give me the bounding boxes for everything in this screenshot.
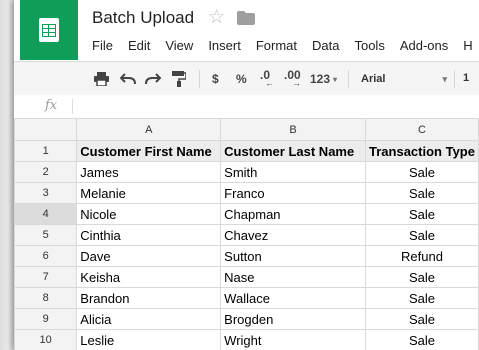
table-cell[interactable]: Alicia bbox=[76, 308, 222, 330]
sheets-app: Batch Upload ☆ File Edit View Insert For… bbox=[14, 0, 479, 350]
menu-file[interactable]: File bbox=[92, 38, 113, 54]
toolbar-divider bbox=[199, 70, 200, 88]
column-header-c[interactable]: C bbox=[365, 118, 479, 141]
table-cell[interactable]: Chapman bbox=[220, 203, 367, 225]
font-family-value: Arial bbox=[361, 73, 386, 85]
redo-icon[interactable] bbox=[145, 71, 161, 87]
document-title[interactable]: Batch Upload bbox=[92, 8, 194, 28]
table-cell[interactable]: Nicole bbox=[76, 203, 222, 225]
paint-format-icon[interactable] bbox=[172, 71, 186, 87]
table-cell[interactable]: Sale bbox=[365, 308, 479, 330]
fx-icon: fx bbox=[45, 98, 58, 113]
table-cell[interactable]: Wallace bbox=[220, 287, 367, 309]
undo-icon[interactable] bbox=[120, 71, 136, 87]
table-cell[interactable]: Franco bbox=[220, 182, 367, 204]
menu-addons[interactable]: Add-ons bbox=[400, 38, 448, 54]
row-header[interactable]: 1 bbox=[14, 140, 78, 162]
row-header[interactable]: 2 bbox=[14, 161, 78, 183]
menu-view[interactable]: View bbox=[165, 38, 193, 54]
row-header[interactable]: 8 bbox=[14, 287, 78, 309]
menu-help-partial[interactable]: H bbox=[463, 38, 472, 54]
spreadsheet-grid: A B C 1 Customer First Name Customer Las… bbox=[14, 118, 479, 350]
table-cell[interactable]: Wright bbox=[220, 329, 367, 350]
table-cell[interactable]: Sale bbox=[365, 329, 479, 350]
table-cell[interactable]: Brandon bbox=[76, 287, 222, 309]
column-header-b[interactable]: B bbox=[220, 118, 367, 141]
table-cell[interactable]: Nase bbox=[220, 266, 367, 288]
arrow-right-icon: → bbox=[292, 78, 301, 88]
table-cell[interactable]: Refund bbox=[365, 245, 479, 267]
table-cell[interactable]: Smith bbox=[220, 161, 367, 183]
table-cell[interactable]: Sale bbox=[365, 161, 479, 183]
arrow-left-icon: ← bbox=[265, 78, 274, 88]
table-cell[interactable]: Dave bbox=[76, 245, 222, 267]
toolbar-divider bbox=[454, 70, 455, 88]
menu-edit[interactable]: Edit bbox=[128, 38, 150, 54]
table-cell[interactable]: Keisha bbox=[76, 266, 222, 288]
font-family-select[interactable]: Arial ▾ bbox=[355, 68, 451, 90]
increase-decimal-button[interactable]: .00 → bbox=[284, 68, 301, 88]
print-icon[interactable] bbox=[94, 71, 109, 87]
select-all-corner[interactable] bbox=[14, 118, 78, 141]
menu-bar: File Edit View Insert Format Data Tools … bbox=[92, 38, 479, 54]
row-header[interactable]: 6 bbox=[14, 245, 78, 267]
formula-bar: fx bbox=[14, 95, 479, 119]
table-cell[interactable]: Sutton bbox=[220, 245, 367, 267]
table-cell[interactable]: James bbox=[76, 161, 222, 183]
cell-b1[interactable]: Customer Last Name bbox=[220, 140, 367, 162]
row-header[interactable]: 4 bbox=[14, 203, 78, 225]
table-cell[interactable]: Sale bbox=[365, 287, 479, 309]
percent-format-button[interactable]: % bbox=[236, 71, 247, 87]
toolbar-divider bbox=[348, 70, 349, 88]
row-header[interactable]: 10 bbox=[14, 329, 78, 350]
row-header[interactable]: 9 bbox=[14, 308, 78, 330]
formula-input[interactable] bbox=[78, 99, 468, 114]
caret-down-icon: ▾ bbox=[333, 74, 338, 84]
folder-icon[interactable] bbox=[237, 11, 255, 30]
table-cell[interactable]: Sale bbox=[365, 182, 479, 204]
currency-format-button[interactable]: $ bbox=[212, 71, 219, 87]
table-cell[interactable]: Melanie bbox=[76, 182, 222, 204]
font-size-select[interactable]: 1 bbox=[463, 72, 469, 84]
toolbar: $ % .0 ← .00 → 123 ▾ Arial ▾ 1 bbox=[14, 61, 479, 96]
caret-down-icon: ▾ bbox=[442, 74, 447, 84]
table-cell[interactable]: Sale bbox=[365, 203, 479, 225]
table-cell[interactable]: Sale bbox=[365, 224, 479, 246]
cell-a1[interactable]: Customer First Name bbox=[76, 140, 222, 162]
table-cell[interactable]: Sale bbox=[365, 266, 479, 288]
sheets-logo-icon[interactable] bbox=[20, 0, 78, 60]
table-cell[interactable]: Cinthia bbox=[76, 224, 222, 246]
menu-format[interactable]: Format bbox=[256, 38, 297, 54]
cell-c1[interactable]: Transaction Type bbox=[365, 140, 479, 162]
menu-insert[interactable]: Insert bbox=[208, 38, 241, 54]
table-cell[interactable]: Brogden bbox=[220, 308, 367, 330]
more-formats-label: 123 bbox=[310, 72, 331, 86]
more-formats-button[interactable]: 123 ▾ bbox=[310, 71, 337, 87]
page-shadow-edge bbox=[0, 0, 14, 350]
table-cell[interactable]: Leslie bbox=[76, 329, 222, 350]
star-icon[interactable]: ☆ bbox=[208, 6, 225, 29]
row-header[interactable]: 3 bbox=[14, 182, 78, 204]
table-cell[interactable]: Chavez bbox=[220, 224, 367, 246]
decrease-decimal-button[interactable]: .0 ← bbox=[260, 68, 274, 88]
row-header[interactable]: 7 bbox=[14, 266, 78, 288]
menu-tools[interactable]: Tools bbox=[354, 38, 384, 54]
formula-divider bbox=[72, 99, 73, 114]
menu-data[interactable]: Data bbox=[312, 38, 339, 54]
column-header-a[interactable]: A bbox=[76, 118, 222, 141]
row-header[interactable]: 5 bbox=[14, 224, 78, 246]
